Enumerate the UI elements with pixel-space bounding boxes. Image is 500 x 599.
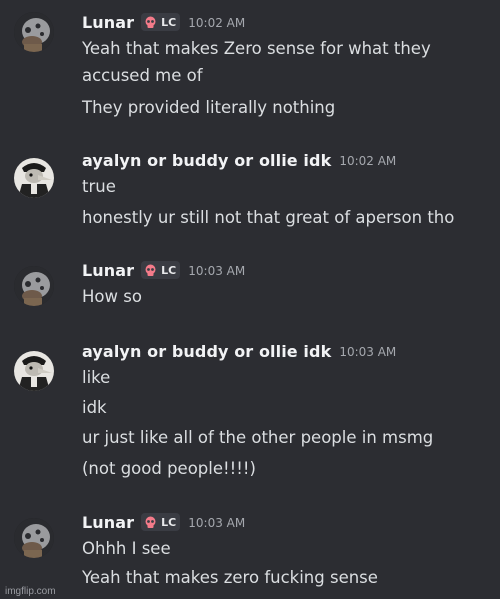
message-header: ayalyn or buddy or ollie idk 10:02 AM xyxy=(82,148,396,172)
timestamp: 10:02 AM xyxy=(339,154,397,168)
gray-cartoon-character-avatar-icon xyxy=(14,518,54,558)
role-tag[interactable]: LC xyxy=(141,13,181,31)
chat-messages: Lunar LC 10:02 AM Yeah that makes Zero s… xyxy=(0,0,500,599)
role-tag[interactable]: LC xyxy=(141,261,181,279)
avatar[interactable] xyxy=(14,158,54,198)
message-text: Ohhh I see xyxy=(82,539,171,558)
role-tag[interactable]: LC xyxy=(141,513,181,531)
avatar[interactable] xyxy=(14,266,54,306)
watermark: imgflip.com xyxy=(5,586,56,597)
username[interactable]: Lunar xyxy=(82,13,134,32)
message-text: like xyxy=(82,368,111,387)
timestamp: 10:03 AM xyxy=(188,264,246,278)
message-text: honestly ur still not that great of aper… xyxy=(82,208,455,227)
username[interactable]: Lunar xyxy=(82,261,134,280)
timestamp: 10:03 AM xyxy=(339,345,397,359)
message-header: Lunar LC 10:03 AM xyxy=(82,510,245,534)
pink-skull-icon xyxy=(145,516,156,528)
avatar[interactable] xyxy=(14,12,54,52)
message-header: ayalyn or buddy or ollie idk 10:03 AM xyxy=(82,339,396,363)
message-text: idk xyxy=(82,398,107,417)
pink-skull-icon xyxy=(145,16,156,28)
message-text: How so xyxy=(82,287,142,306)
message-text: true xyxy=(82,177,116,196)
message-header: Lunar LC 10:03 AM xyxy=(82,258,245,282)
timestamp: 10:03 AM xyxy=(188,516,246,530)
message-text: ur just like all of the other people in … xyxy=(82,428,434,447)
timestamp: 10:02 AM xyxy=(188,16,246,30)
avatar[interactable] xyxy=(14,518,54,558)
role-tag-label: LC xyxy=(161,515,177,529)
username[interactable]: ayalyn or buddy or ollie idk xyxy=(82,342,331,361)
message-text: They provided literally nothing xyxy=(82,98,336,117)
plague-doctor-avatar-icon xyxy=(14,351,54,391)
message-text: Yeah that makes Zero sense for what they xyxy=(82,39,431,58)
plague-doctor-avatar-icon xyxy=(14,158,54,198)
message-header: Lunar LC 10:02 AM xyxy=(82,10,245,34)
message-text: accused me of xyxy=(82,66,203,85)
role-tag-label: LC xyxy=(161,15,177,29)
pink-skull-icon xyxy=(145,264,156,276)
role-tag-label: LC xyxy=(161,263,177,277)
username[interactable]: Lunar xyxy=(82,513,134,532)
gray-cartoon-character-avatar-icon xyxy=(14,266,54,306)
gray-cartoon-character-avatar-icon xyxy=(14,12,54,52)
avatar[interactable] xyxy=(14,351,54,391)
message-text: Yeah that makes zero fucking sense xyxy=(82,568,378,587)
message-text: (not good people!!!!) xyxy=(82,459,256,478)
username[interactable]: ayalyn or buddy or ollie idk xyxy=(82,151,331,170)
